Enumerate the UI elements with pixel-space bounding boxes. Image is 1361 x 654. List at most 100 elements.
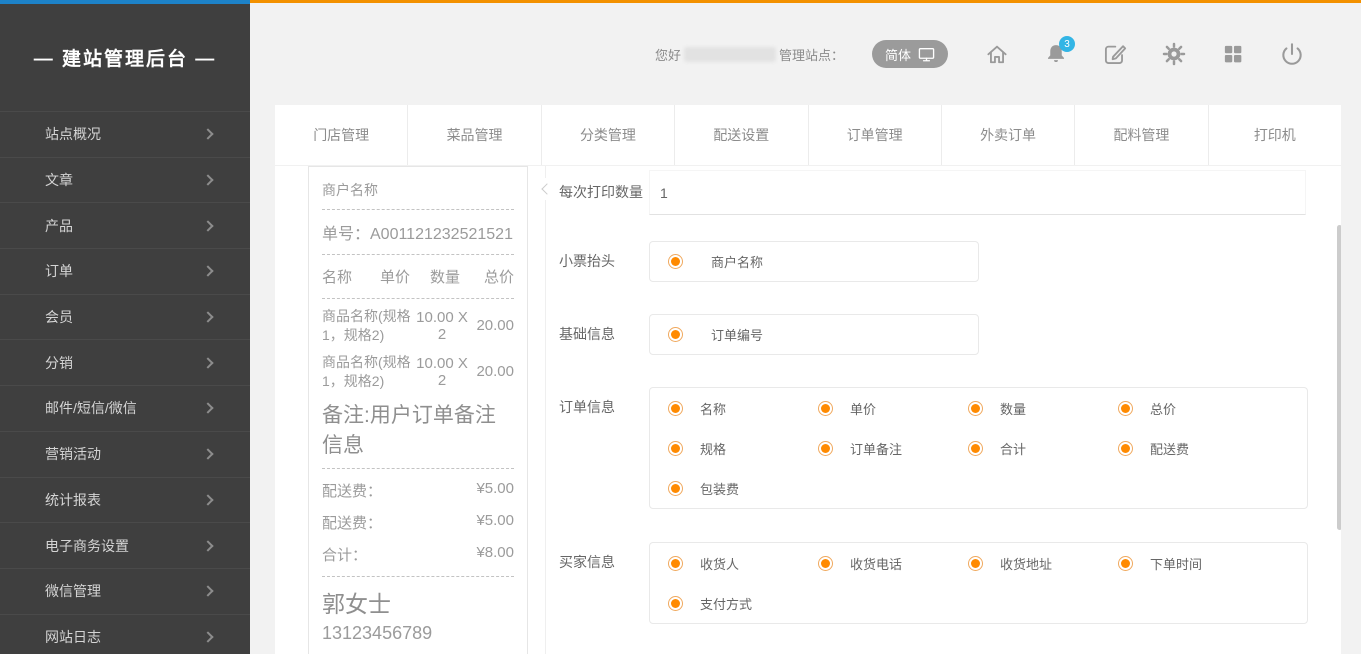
radio-selected[interactable]	[668, 596, 683, 611]
sidebar-item-site-overview[interactable]: 站点概况	[0, 111, 250, 157]
radio-selected[interactable]	[668, 481, 683, 496]
group-label: 买家信息	[559, 542, 649, 624]
sidebar-item-orders[interactable]: 订单	[0, 248, 250, 294]
option-packing-fee[interactable]: 包装费	[668, 479, 739, 498]
sidebar-item-members[interactable]: 会员	[0, 294, 250, 340]
sidebar-item-marketing[interactable]: 营销活动	[0, 431, 250, 477]
radio-selected[interactable]	[668, 401, 683, 416]
chevron-right-icon	[202, 494, 213, 505]
sidebar-item-wechat-management[interactable]: 微信管理	[0, 568, 250, 614]
option-spec[interactable]: 规格	[668, 439, 726, 458]
option-delivery-fee[interactable]: 配送费	[1118, 439, 1189, 458]
sidebar: — 建站管理后台 — 站点概况 文章 产品 订单 会员 分销 邮件/短信/微信 …	[0, 0, 250, 654]
print-count-row: 每次打印数量	[546, 170, 1308, 215]
option-order-remark[interactable]: 订单备注	[818, 439, 902, 458]
option-quantity[interactable]: 数量	[968, 399, 1026, 418]
home-icon[interactable]	[984, 41, 1010, 67]
header-icon-bar: 3	[984, 41, 1305, 67]
divider	[322, 209, 514, 210]
option-merchant-name[interactable]: 商户名称	[668, 252, 763, 271]
monitor-icon	[918, 47, 935, 62]
option-payment-method[interactable]: 支付方式	[668, 594, 752, 613]
option-total-price[interactable]: 总价	[1118, 399, 1176, 418]
receipt-item-row: 商品名称(规格1，规格2) 10.00 X 2 20.00	[322, 353, 514, 391]
option-unit-price[interactable]: 单价	[818, 399, 876, 418]
radio-selected[interactable]	[668, 327, 683, 342]
tab-takeout-orders[interactable]: 外卖订单	[942, 105, 1075, 165]
receipt-total-row: 合计： ¥8.00	[322, 544, 514, 565]
chevron-right-icon	[202, 220, 213, 231]
app-title: — 建站管理后台 —	[0, 44, 250, 71]
tab-order-management[interactable]: 订单管理	[809, 105, 942, 165]
edit-icon[interactable]	[1102, 41, 1128, 67]
option-order-number[interactable]: 订单编号	[668, 325, 763, 344]
radio-selected[interactable]	[818, 556, 833, 571]
receipt-customer-phone: 13123456789	[322, 623, 514, 644]
option-phone[interactable]: 收货电话	[818, 554, 902, 573]
tab-dish-management[interactable]: 菜品管理	[408, 105, 541, 165]
sidebar-menu: 站点概况 文章 产品 订单 会员 分销 邮件/短信/微信 营销活动 统计报表 电…	[0, 111, 250, 654]
print-settings-form: 每次打印数量 小票抬头 商户名称 基础信息	[545, 166, 1308, 654]
tab-category-management[interactable]: 分类管理	[542, 105, 675, 165]
radio-selected[interactable]	[968, 401, 983, 416]
receipt-order-number: 单号：A001121232521521	[322, 217, 514, 247]
scrollbar-thumb[interactable]	[1337, 225, 1341, 530]
language-button[interactable]: 简体	[872, 40, 948, 68]
sidebar-item-distribution[interactable]: 分销	[0, 339, 250, 385]
sidebar-accent-bar	[0, 0, 250, 4]
sidebar-item-reports[interactable]: 统计报表	[0, 477, 250, 523]
radio-selected[interactable]	[668, 556, 683, 571]
divider	[322, 468, 514, 469]
group-label: 订单信息	[559, 387, 649, 509]
sidebar-item-ecommerce-settings[interactable]: 电子商务设置	[0, 522, 250, 568]
option-box: 订单编号	[649, 314, 979, 355]
chevron-right-icon	[202, 448, 213, 459]
tab-ingredient-management[interactable]: 配料管理	[1075, 105, 1208, 165]
receipt-fee-row: 配送费： ¥5.00	[322, 512, 514, 533]
receipt-column-headers: 名称 单价 数量 总价	[322, 262, 514, 291]
tab-store-management[interactable]: 门店管理	[275, 105, 408, 165]
option-address[interactable]: 收货地址	[968, 554, 1052, 573]
sidebar-item-site-logs[interactable]: 网站日志	[0, 614, 250, 654]
receipt-item-row: 商品名称(规格1，规格2) 10.00 X 2 20.00	[322, 307, 514, 345]
gear-icon[interactable]	[1161, 41, 1187, 67]
sidebar-item-products[interactable]: 产品	[0, 202, 250, 248]
group-label: 基础信息	[559, 314, 649, 355]
radio-selected[interactable]	[668, 441, 683, 456]
radio-selected[interactable]	[1118, 556, 1133, 571]
radio-selected[interactable]	[968, 556, 983, 571]
option-box: 商户名称	[649, 241, 979, 282]
option-order-time[interactable]: 下单时间	[1118, 554, 1202, 573]
chevron-right-icon	[202, 586, 213, 597]
buyer-info-group: 买家信息 收货人 收货电话 收货地址 下单时间 支付方式	[546, 542, 1308, 624]
option-subtotal[interactable]: 合计	[968, 439, 1026, 458]
radio-selected[interactable]	[1118, 401, 1133, 416]
option-name[interactable]: 名称	[668, 399, 726, 418]
print-count-input[interactable]	[649, 170, 1306, 215]
tab-delivery-settings[interactable]: 配送设置	[675, 105, 808, 165]
option-consignee[interactable]: 收货人	[668, 554, 739, 573]
radio-selected[interactable]	[818, 441, 833, 456]
print-count-label: 每次打印数量	[559, 170, 649, 215]
radio-selected[interactable]	[818, 401, 833, 416]
radio-selected[interactable]	[668, 254, 683, 269]
tab-printer[interactable]: 打印机	[1209, 105, 1341, 165]
radio-selected[interactable]	[1118, 441, 1133, 456]
chevron-right-icon	[202, 174, 213, 185]
receipt-preview: 商户名称 单号：A001121232521521 名称 单价 数量 总价 商品名…	[308, 166, 528, 654]
radio-selected[interactable]	[968, 441, 983, 456]
main-panel: 门店管理 菜品管理 分类管理 配送设置 订单管理 外卖订单 配料管理 打印机 商…	[275, 105, 1341, 654]
notification-badge: 3	[1059, 36, 1075, 52]
sidebar-item-articles[interactable]: 文章	[0, 157, 250, 203]
power-icon[interactable]	[1279, 41, 1305, 67]
divider	[322, 576, 514, 577]
chevron-right-icon	[202, 357, 213, 368]
greeting: 您好 管理站点：	[655, 45, 844, 64]
sidebar-item-mail-sms-wechat[interactable]: 邮件/短信/微信	[0, 385, 250, 431]
apps-grid-icon[interactable]	[1220, 41, 1246, 67]
chevron-right-icon	[202, 129, 213, 140]
divider	[322, 298, 514, 299]
bell-icon[interactable]: 3	[1043, 41, 1069, 67]
option-box: 名称 单价 数量 总价 规格 订单备注 合计 配送费 包装费	[649, 387, 1308, 509]
module-tabs: 门店管理 菜品管理 分类管理 配送设置 订单管理 外卖订单 配料管理 打印机	[275, 105, 1341, 166]
